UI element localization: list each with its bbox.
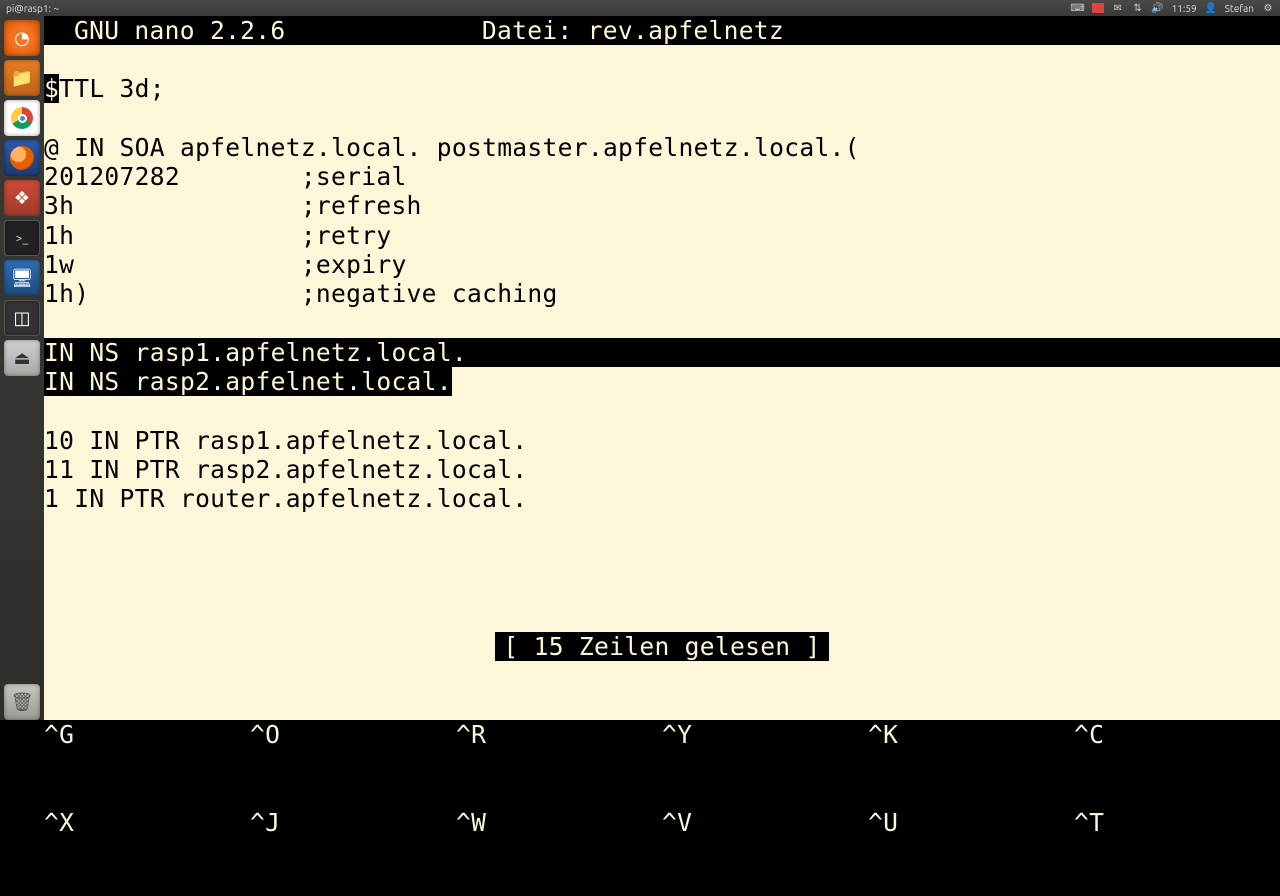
network-icon[interactable]: ⇅ <box>1132 2 1144 14</box>
terminal-window[interactable]: GNU nano 2.2.6 Datei: rev.apfelnetz $TTL… <box>44 16 1280 720</box>
sound-icon[interactable]: 🔊 <box>1152 2 1164 14</box>
editor-line[interactable]: 201207282 ;serial <box>44 162 1280 191</box>
nano-shortcut-label: Ausrichten <box>294 808 456 837</box>
user-icon: 👤 <box>1205 2 1217 14</box>
cursor: $ <box>44 74 59 103</box>
nano-shortcut-label: Rechtschr. <box>1118 808 1280 837</box>
nano-shortcut-key: ^G <box>44 720 74 749</box>
mail-icon[interactable]: ✉ <box>1112 2 1124 14</box>
editor-line[interactable]: 10 IN PTR rasp1.apfelnetz.local. <box>44 426 1280 455</box>
nano-shortcut-label: Ausschneide <box>912 720 1074 749</box>
nano-shortcut-label: Datei öffne <box>500 720 662 749</box>
editor-line[interactable] <box>44 514 1280 543</box>
nano-shortcut-label: Speichern <box>294 720 456 749</box>
clock[interactable]: 11:59 <box>1172 3 1197 14</box>
nano-shortcut-key: ^O <box>250 720 280 749</box>
nano-shortcut-label: Seite zurüc <box>706 720 868 749</box>
chrome-icon[interactable] <box>4 100 40 136</box>
gear-icon[interactable]: ⚙ <box>1262 2 1274 14</box>
nano-shortcut-label: Hilfe <box>88 720 250 749</box>
nano-shortcut-label: Beenden <box>88 808 250 837</box>
editor-line[interactable]: 1h) ;negative caching <box>44 279 1280 308</box>
editor-line[interactable] <box>44 543 1280 572</box>
nano-shortcut-key: ^U <box>868 808 898 837</box>
drive-icon[interactable]: ⏏ <box>4 340 40 376</box>
user-name[interactable]: Stefan <box>1225 3 1254 14</box>
firefox-icon[interactable] <box>4 140 40 176</box>
workspace-switcher-icon[interactable]: ◫ <box>4 300 40 336</box>
nano-help-bar: ^G Hilfe^O Speichern^R Datei öffne^Y Sei… <box>44 661 1280 720</box>
editor-line[interactable]: 1 IN PTR router.apfelnetz.local. <box>44 484 1280 513</box>
nano-shortcut-key: ^J <box>250 808 280 837</box>
system-tray: ⌨ ✉ ⇅ 🔊 11:59 👤 Stefan ⚙ <box>1072 2 1274 14</box>
editor-line[interactable]: @ IN SOA apfelnetz.local. postmaster.apf… <box>44 133 1280 162</box>
nano-shortcut-key: ^T <box>1074 808 1104 837</box>
nano-shortcut-label: Ausschn. rü <box>912 808 1074 837</box>
nano-shortcut-key: ^K <box>868 720 898 749</box>
files-icon[interactable]: 📁 <box>4 60 40 96</box>
nano-shortcut-key: ^Y <box>662 720 692 749</box>
editor-line[interactable] <box>44 397 1280 426</box>
nano-shortcut-key: ^R <box>456 720 486 749</box>
nano-version: GNU nano 2.2.6 <box>74 16 286 45</box>
nano-status: [ 15 Zeilen gelesen ] <box>44 632 1280 661</box>
editor-line[interactable]: 1w ;expiry <box>44 250 1280 279</box>
keyboard-icon[interactable]: ⌨ <box>1072 2 1084 14</box>
editor-line[interactable]: $TTL 3d; <box>44 74 1280 103</box>
terminal-icon[interactable]: >_ <box>4 220 40 256</box>
editor-line[interactable] <box>44 104 1280 133</box>
nano-filename: Datei: rev.apfelnetz <box>482 16 784 45</box>
update-icon[interactable] <box>1092 2 1104 14</box>
remote-desktop-icon[interactable]: 🖥 <box>4 260 40 296</box>
editor-line[interactable] <box>44 309 1280 338</box>
editor-line[interactable]: IN NS rasp1.apfelnetz.local. <box>44 338 1280 367</box>
nano-header: GNU nano 2.2.6 Datei: rev.apfelnetz <box>44 16 1280 45</box>
nano-shortcut-key: ^W <box>456 808 486 837</box>
editor-line[interactable]: 11 IN PTR rasp2.apfelnetz.local. <box>44 455 1280 484</box>
app-icon[interactable]: ❖ <box>4 180 40 216</box>
nano-shortcut-key: ^V <box>662 808 692 837</box>
nano-shortcut-key: ^X <box>44 808 74 837</box>
window-title: pi@rasp1: ~ <box>6 3 59 14</box>
editor-line[interactable]: 3h ;refresh <box>44 191 1280 220</box>
editor-line[interactable]: 1h ;retry <box>44 221 1280 250</box>
trash-icon[interactable]: 🗑 <box>4 684 40 720</box>
nano-shortcut-key: ^C <box>1074 720 1104 749</box>
nano-shortcut-label: Seite vor <box>706 808 868 837</box>
top-panel: pi@rasp1: ~ ⌨ ✉ ⇅ 🔊 11:59 👤 Stefan ⚙ <box>0 0 1280 16</box>
nano-shortcut-label: Wo ist <box>500 808 662 837</box>
nano-editor-body[interactable]: $TTL 3d; @ IN SOA apfelnetz.local. postma… <box>44 45 1280 572</box>
editor-line[interactable] <box>44 45 1280 74</box>
editor-line[interactable]: IN NS rasp2.apfelnet.local. <box>44 367 1280 396</box>
unity-launcher: ◔ 📁 ❖ >_ 🖥 ◫ ⏏ 🗑 <box>0 16 44 720</box>
dash-icon[interactable]: ◔ <box>4 20 40 56</box>
nano-shortcut-label: Cursor <box>1118 720 1280 749</box>
